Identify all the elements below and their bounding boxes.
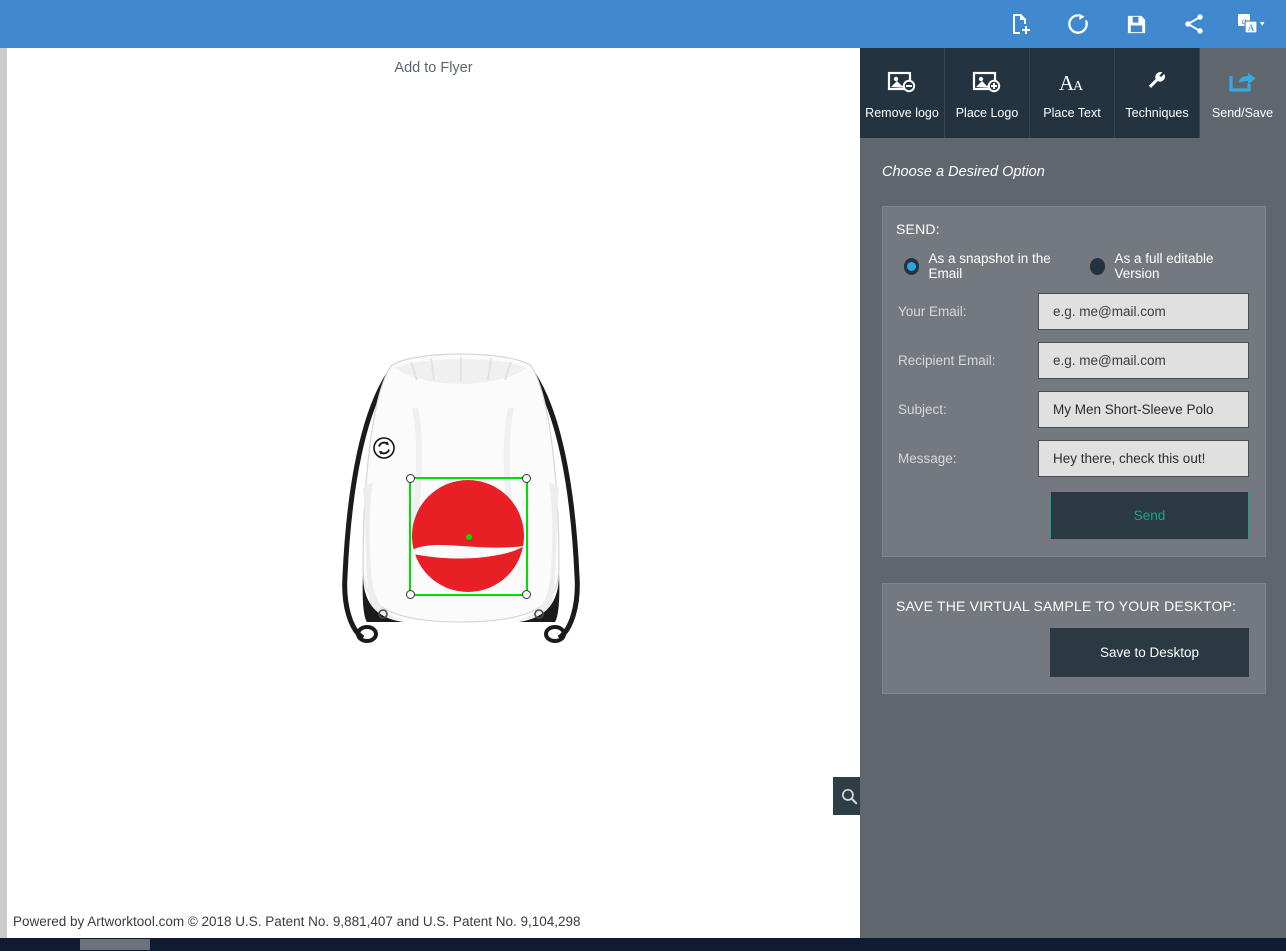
field-label: Subject:	[898, 402, 947, 417]
refresh-icon[interactable]	[1060, 6, 1096, 42]
field-label: Message:	[898, 451, 957, 466]
design-canvas[interactable]: Add to Flyer	[7, 48, 866, 938]
save-to-desktop-button[interactable]: Save to Desktop	[1050, 628, 1249, 677]
image-add-icon	[972, 67, 1002, 97]
recipient-email-input[interactable]: e.g. me@mail.com	[1038, 342, 1249, 379]
tab-label: Send/Save	[1211, 105, 1274, 120]
right-panel: Remove logo Place Logo A A Place Text Te…	[860, 48, 1286, 938]
rotate-icon[interactable]	[372, 436, 396, 460]
selection-center-dot	[465, 533, 472, 540]
resize-handle-bottom-right[interactable]	[522, 590, 531, 599]
send-title: SEND:	[896, 221, 940, 237]
horizontal-scrollbar[interactable]	[0, 938, 1286, 951]
resize-handle-top-left[interactable]	[406, 474, 415, 483]
left-edge-strip	[0, 48, 7, 938]
share-export-icon	[1228, 67, 1258, 97]
radio-snapshot-in-email[interactable]: As a snapshot in the Email	[904, 251, 1074, 281]
field-message: Message: Hey there, check this out!	[896, 440, 1249, 477]
application-window: a A Add to Flyer Powered by Artworktool.…	[0, 0, 1286, 951]
tab-send-save[interactable]: Send/Save	[1200, 48, 1285, 138]
send-button-row: Send	[896, 491, 1249, 540]
share-icon[interactable]	[1176, 6, 1212, 42]
save-button-row: Save to Desktop	[896, 628, 1249, 677]
save-section: SAVE THE VIRTUAL SAMPLE TO YOUR DESKTOP:…	[882, 583, 1266, 694]
radio-label: As a snapshot in the Email	[928, 251, 1051, 281]
footer-text: Powered by Artworktool.com © 2018 U.S. P…	[13, 914, 581, 929]
your-email-input[interactable]: e.g. me@mail.com	[1038, 293, 1249, 330]
radio-dot-unselected	[1089, 257, 1106, 275]
resize-handle-top-right[interactable]	[522, 474, 531, 483]
text-a-icon: A A	[1057, 67, 1087, 97]
panel-tabs: Remove logo Place Logo A A Place Text Te…	[860, 48, 1286, 138]
svg-text:A: A	[1248, 24, 1255, 34]
field-your-email: Your Email: e.g. me@mail.com	[896, 293, 1249, 330]
radio-dot-selected	[904, 257, 920, 275]
radio-full-editable-version[interactable]: As a full editable Version	[1089, 251, 1249, 281]
tab-techniques[interactable]: Techniques	[1115, 48, 1200, 138]
field-label: Your Email:	[898, 304, 967, 319]
tab-remove-logo[interactable]: Remove logo	[860, 48, 945, 138]
tab-place-logo[interactable]: Place Logo	[945, 48, 1030, 138]
wrench-icon	[1144, 67, 1170, 97]
send-section: SEND: As a snapshot in the Email As a fu…	[882, 206, 1266, 557]
product-preview[interactable]	[315, 338, 605, 648]
tab-label: Remove logo	[865, 105, 939, 120]
magnifier-icon	[842, 788, 858, 804]
field-recipient-email: Recipient Email: e.g. me@mail.com	[896, 342, 1249, 379]
top-toolbar-icons: a A	[1002, 6, 1286, 42]
footer: Powered by Artworktool.com © 2018 U.S. P…	[7, 905, 860, 938]
field-subject: Subject: My Men Short-Sleeve Polo	[896, 391, 1249, 428]
tab-place-text[interactable]: A A Place Text	[1030, 48, 1115, 138]
image-remove-icon	[887, 67, 917, 97]
field-label: Recipient Email:	[898, 353, 996, 368]
add-to-flyer-label[interactable]: Add to Flyer	[7, 60, 860, 76]
save-floppy-icon[interactable]	[1118, 6, 1154, 42]
tab-label: Techniques	[1125, 105, 1189, 120]
svg-text:A: A	[1073, 79, 1084, 94]
radio-label: As a full editable Version	[1114, 251, 1214, 281]
subject-input[interactable]: My Men Short-Sleeve Polo	[1038, 391, 1249, 428]
resize-handle-bottom-left[interactable]	[406, 590, 415, 599]
save-title: SAVE THE VIRTUAL SAMPLE TO YOUR DESKTOP:	[896, 598, 1237, 614]
selection-box[interactable]	[406, 474, 531, 599]
send-button[interactable]: Send	[1050, 491, 1249, 540]
send-mode-radios: As a snapshot in the Email As a full edi…	[904, 251, 1249, 281]
new-document-icon[interactable]	[1002, 6, 1038, 42]
translate-icon[interactable]: a A	[1234, 6, 1270, 42]
message-input[interactable]: Hey there, check this out!	[1038, 440, 1249, 477]
scrollbar-thumb[interactable]	[80, 939, 150, 950]
tab-label: Place Logo	[955, 105, 1019, 120]
choose-option-text: Choose a Desired Option	[882, 164, 1045, 180]
tab-label: Place Text	[1043, 105, 1101, 120]
top-toolbar: a A	[0, 0, 1286, 48]
